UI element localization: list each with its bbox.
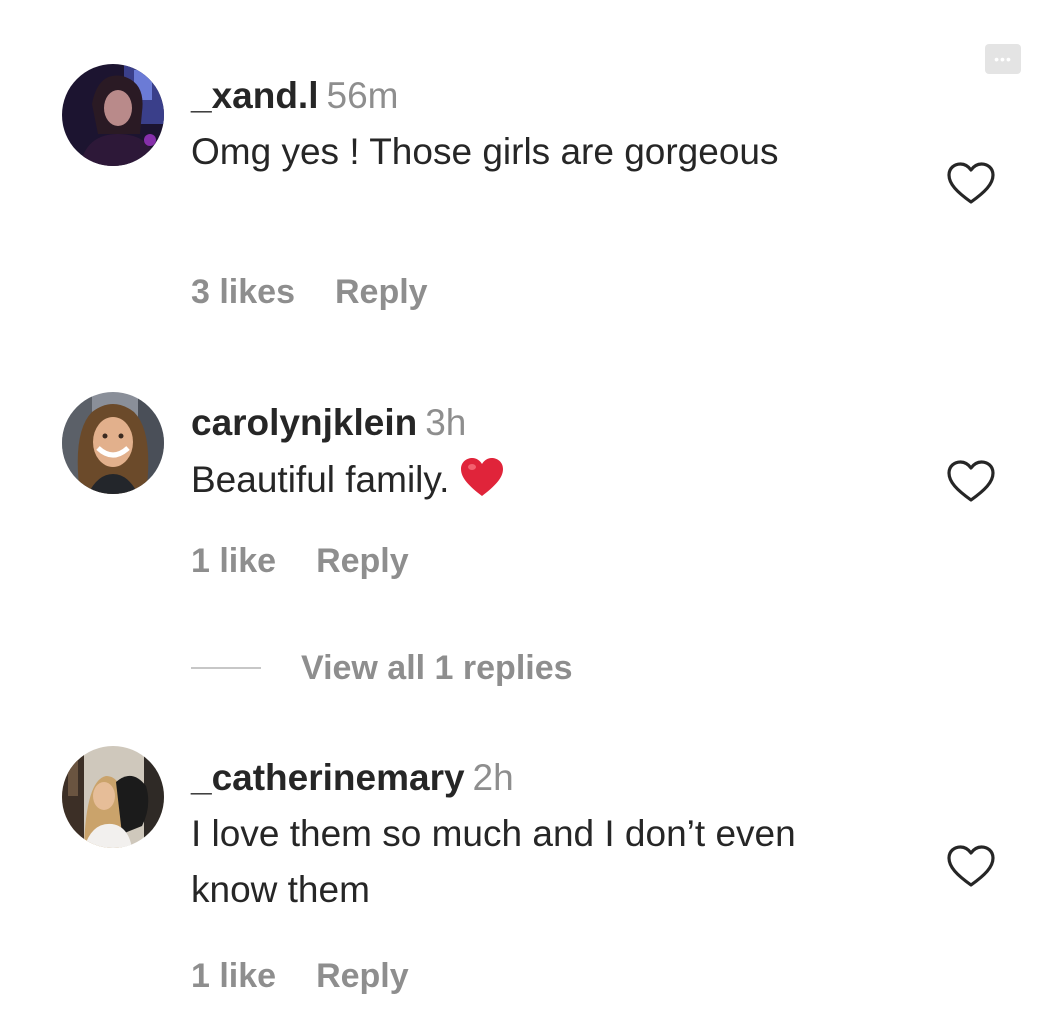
comment-meta: 1 like Reply [191, 956, 409, 996]
timestamp: 2h [472, 757, 514, 798]
comment-header: _catherinemary 2h [191, 756, 514, 800]
reply-button[interactable]: Reply [335, 273, 428, 311]
timestamp: 3h [425, 402, 467, 443]
heart-outline-icon[interactable] [945, 160, 997, 206]
comment-meta: 3 likes Reply [191, 272, 428, 312]
heart-outline-icon[interactable] [945, 843, 997, 889]
more-options-icon: ••• [994, 51, 1012, 67]
avatar[interactable] [62, 64, 164, 166]
likes-count[interactable]: 1 like [191, 542, 276, 580]
comment-meta: 1 like Reply [191, 541, 409, 581]
reply-button[interactable]: Reply [316, 957, 409, 995]
comment-text: Omg yes ! Those girls are gorgeous [191, 131, 779, 172]
comment-header: carolynjklein 3h [191, 401, 466, 445]
view-replies-button[interactable]: View all 1 replies [191, 648, 573, 688]
comment-text: I love them so much and I don’t even kno… [191, 813, 796, 910]
username[interactable]: _xand.l [191, 75, 319, 116]
username[interactable]: _catherinemary [191, 757, 465, 798]
avatar-woman-with-dog-icon [62, 746, 164, 848]
divider-line [191, 667, 261, 669]
username[interactable]: carolynjklein [191, 402, 417, 443]
likes-count[interactable]: 1 like [191, 957, 276, 995]
avatar[interactable] [62, 746, 164, 848]
avatar[interactable] [62, 392, 164, 494]
avatar-dark-photo-icon [62, 64, 164, 166]
timestamp: 56m [326, 75, 399, 116]
comment-text-content: Beautiful family. [191, 459, 450, 500]
comment-header: _xand.l 56m [191, 74, 398, 118]
likes-count[interactable]: 3 likes [191, 273, 295, 311]
comment-text: Beautiful family. [191, 452, 891, 514]
view-replies-label: View all 1 replies [301, 648, 573, 687]
reply-button[interactable]: Reply [316, 542, 409, 580]
more-options-button[interactable]: ••• [985, 44, 1021, 74]
red-heart-emoji [459, 456, 505, 514]
avatar-smiling-woman-icon [62, 392, 164, 494]
heart-outline-icon[interactable] [945, 458, 997, 504]
